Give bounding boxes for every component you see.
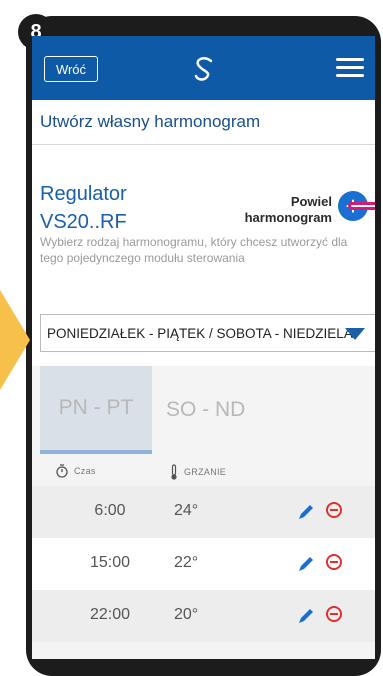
schedule-row: 6:00 24° — [32, 486, 375, 538]
schedule-type-value: PONIEDZIAŁEK - PIĄTEK / SOBOTA - NIEDZIE… — [47, 325, 353, 341]
callout-arrow — [0, 290, 30, 390]
page-title: Utwórz własny harmonogram — [40, 112, 261, 131]
column-time-header: Czas — [56, 464, 96, 478]
hamburger-menu-icon[interactable] — [336, 58, 364, 78]
row-temp: 22° — [174, 554, 199, 571]
app-screen: Wróć Utwórz własny harmonogram Regulator… — [32, 36, 375, 659]
delete-icon[interactable] — [326, 554, 342, 570]
copy-schedule-label: Powiel harmonogram — [222, 194, 332, 226]
app-header: Wróć — [32, 36, 375, 100]
dropdown-arrow-icon — [345, 328, 365, 340]
copy-label-line1: Powiel — [290, 194, 332, 209]
schedule-type-select[interactable]: PONIEDZIAŁEK - PIĄTEK / SOBOTA - NIEDZIE… — [40, 314, 375, 352]
brand-logo-icon — [194, 57, 213, 81]
column-time-label: Czas — [74, 466, 96, 476]
tab-weekend[interactable]: SO - ND — [156, 366, 276, 454]
edit-pencil-icon[interactable] — [296, 502, 316, 522]
regulator-name: Regulator VS20..RF — [40, 180, 200, 236]
regulator-name-line2: VS20..RF — [40, 211, 127, 233]
schedule-description: Wybierz rodzaj harmonogramu, który chces… — [40, 235, 348, 265]
edit-pencil-icon[interactable] — [296, 606, 316, 626]
row-time: 22:00 — [89, 606, 131, 623]
divider — [32, 144, 375, 145]
column-heating-label: GRZANIE — [184, 467, 227, 477]
clock-icon — [56, 464, 68, 478]
column-heating-header: GRZANIE — [170, 464, 226, 480]
schedule-row: 15:00 22° — [32, 538, 375, 590]
schedule-row: 22:00 20° — [32, 590, 375, 642]
highlight-pointer — [348, 202, 375, 210]
thermometer-icon — [171, 464, 177, 480]
tab-weekdays[interactable]: PN - PT — [40, 366, 152, 454]
delete-icon[interactable] — [326, 606, 342, 622]
row-temp: 20° — [174, 606, 199, 623]
regulator-name-line1: Regulator — [40, 183, 127, 205]
edit-pencil-icon[interactable] — [296, 554, 316, 574]
row-time: 15:00 — [89, 554, 131, 571]
back-button[interactable]: Wróć — [44, 56, 98, 82]
row-time: 6:00 — [94, 502, 126, 519]
row-temp: 24° — [174, 502, 199, 519]
copy-label-line2: harmonogram — [244, 210, 332, 225]
delete-icon[interactable] — [326, 502, 342, 518]
